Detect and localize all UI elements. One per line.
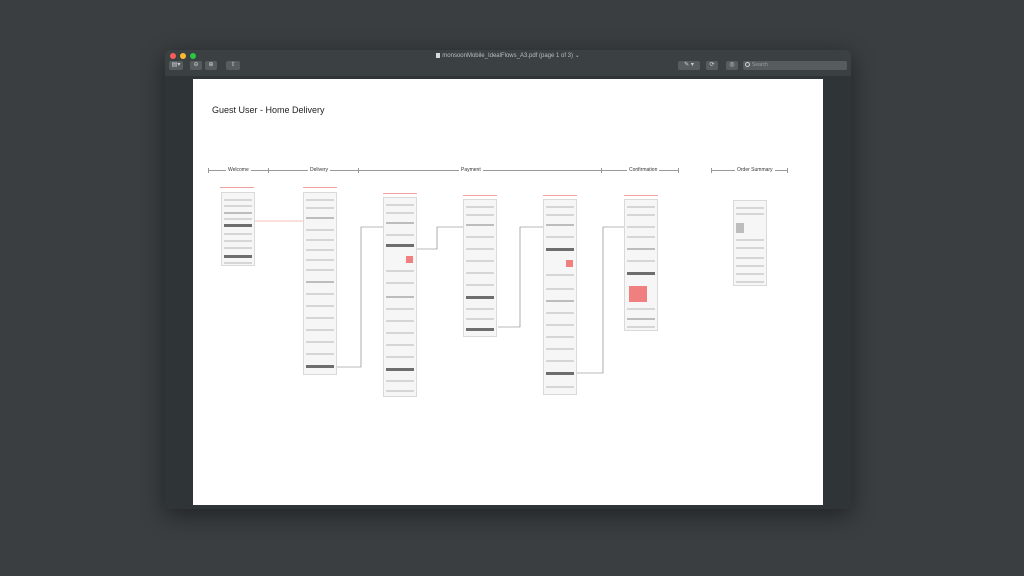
wireframe-payment-3: [543, 199, 577, 395]
search-placeholder: Search: [752, 62, 768, 68]
sidebar-toggle-button[interactable]: ▤▾: [169, 61, 183, 70]
annotate-icon: ◎: [729, 62, 735, 68]
wireframe-confirmation: [624, 199, 658, 331]
zoom-out-button[interactable]: ⊖: [190, 61, 202, 70]
wireframe-payment-2: [463, 199, 497, 337]
wireframe-note: [303, 187, 337, 188]
wireframe-payment-1: [383, 197, 417, 397]
flow-arrow-confirmation-final: [577, 226, 625, 374]
share-button[interactable]: ⇧: [226, 61, 240, 70]
wireframe-note: [220, 187, 254, 188]
wireframe-welcome: [221, 192, 255, 266]
flow-arrow-payment-payment: [417, 226, 463, 250]
rotate-button[interactable]: ⟳: [706, 61, 718, 70]
search-field[interactable]: Search: [743, 61, 847, 70]
annotate-button[interactable]: ◎: [726, 61, 738, 70]
markup-button[interactable]: ✎ ▾: [678, 61, 700, 70]
flow-connectors: [255, 220, 625, 374]
preview-window: monsoonMobile_IdealFlows_A3.pdf (page 1 …: [165, 50, 851, 509]
zoom-out-icon: ⊖: [193, 62, 199, 68]
window-title: monsoonMobile_IdealFlows_A3.pdf (page 1 …: [165, 52, 851, 59]
wireframe-note: [383, 193, 417, 194]
pdf-document-icon: [436, 53, 441, 58]
rotate-icon: ⟳: [709, 62, 715, 68]
search-icon: [745, 62, 750, 67]
wireframe-order-summary: [733, 200, 767, 286]
wireframe-note: [624, 195, 658, 196]
flow-arrow-delivery-payment: [337, 226, 383, 368]
pdf-page: Guest User - Home Delivery Welcome Deliv…: [193, 79, 823, 505]
wireframe-note: [463, 195, 497, 196]
title-chevron-icon[interactable]: ⌄: [575, 53, 580, 59]
wireframe-delivery: [303, 192, 337, 375]
wireframe-note: [543, 195, 577, 196]
pen-icon: ✎ ▾: [684, 62, 694, 68]
zoom-in-button[interactable]: ⊕: [205, 61, 217, 70]
zoom-in-icon: ⊕: [208, 62, 214, 68]
share-icon: ⇧: [230, 62, 236, 68]
window-title-text: monsoonMobile_IdealFlows_A3.pdf (page 1 …: [442, 53, 574, 59]
flow-arrow-payment-confirmation: [498, 226, 543, 328]
